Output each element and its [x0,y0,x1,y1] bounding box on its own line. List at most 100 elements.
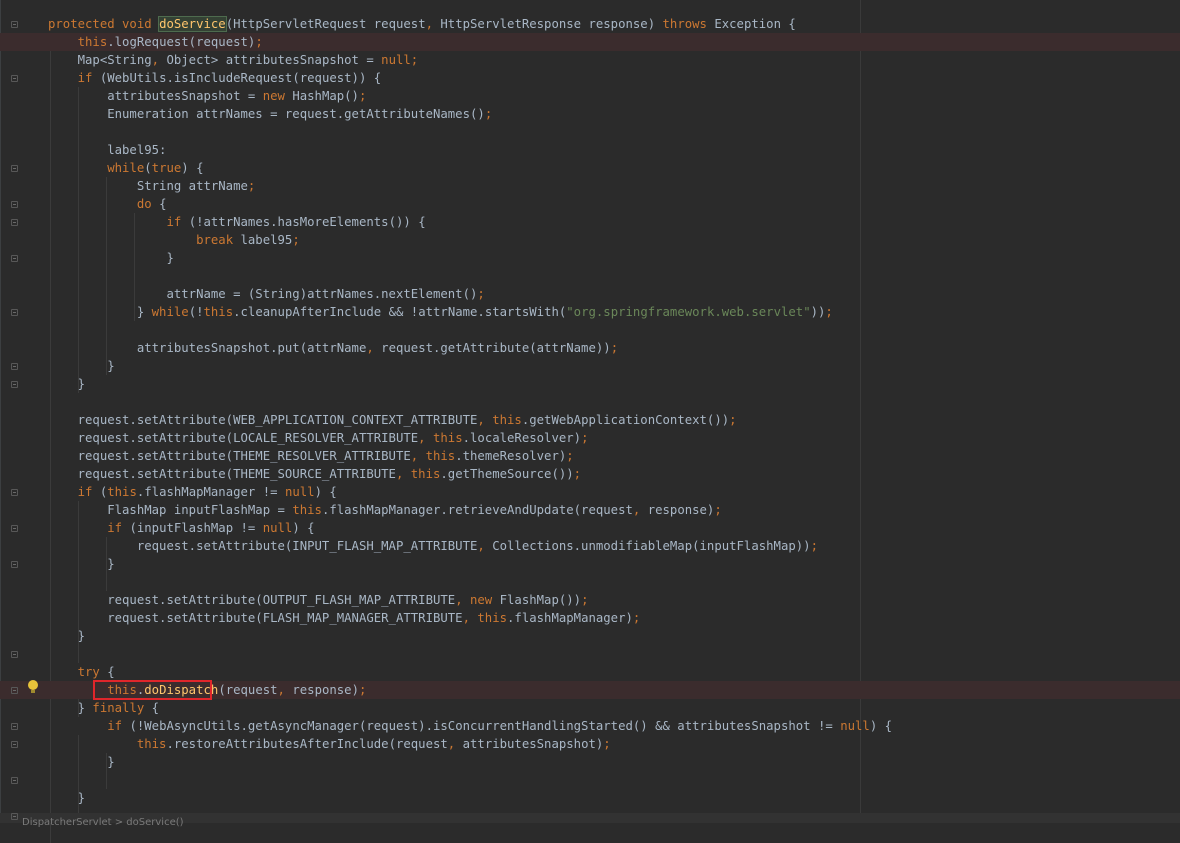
code-token: this [77,35,108,49]
code-editor[interactable]: protected void doService(HttpServletRequ… [0,0,1180,843]
code-token: .getThemeSource()) [440,467,574,481]
code-line[interactable]: do { [0,195,1180,213]
code-token: .getWebApplicationContext()) [521,413,730,427]
fold-toggle-icon[interactable] [11,723,18,730]
code-line[interactable] [0,573,1180,591]
code-line[interactable]: request.setAttribute(OUTPUT_FLASH_MAP_AT… [0,591,1180,609]
code-line[interactable] [0,393,1180,411]
code-token: protected void [48,17,160,31]
code-line[interactable]: } [0,375,1180,393]
code-line[interactable]: request.setAttribute(LOCALE_RESOLVER_ATT… [0,429,1180,447]
code-line-text: } while(!this.cleanupAfterInclude && !at… [48,303,833,321]
code-line[interactable]: } while(!this.cleanupAfterInclude && !at… [0,303,1180,321]
code-line[interactable]: protected void doService(HttpServletRequ… [0,15,1180,33]
code-line-text: do { [48,195,167,213]
code-line[interactable]: } [0,789,1180,807]
code-token: ; [603,737,611,751]
code-line[interactable]: } [0,357,1180,375]
code-line[interactable]: attrName = (String)attrNames.nextElement… [0,285,1180,303]
code-token: ) { [292,521,315,535]
code-token: , [455,593,470,607]
code-token: } [48,305,152,319]
fold-toggle-icon[interactable] [11,363,18,370]
code-line[interactable]: try { [0,663,1180,681]
fold-toggle-icon[interactable] [11,651,18,658]
fold-toggle-icon[interactable] [11,741,18,748]
code-line[interactable]: break label95; [0,231,1180,249]
code-line[interactable] [0,321,1180,339]
code-token: request.setAttribute(OUTPUT_FLASH_MAP_AT… [48,593,456,607]
code-line[interactable]: while(true) { [0,159,1180,177]
code-token: , [418,431,433,445]
code-token: new [262,89,293,103]
code-line-text: if (inputFlashMap != null) { [48,519,315,537]
fold-toggle-icon[interactable] [11,525,18,532]
code-line[interactable]: } [0,627,1180,645]
code-line-text: protected void doService(HttpServletRequ… [48,15,796,33]
code-token: (WebUtils.isIncludeRequest(request)) { [99,71,382,85]
code-line-text: } finally { [48,699,159,717]
code-line[interactable]: label95: [0,141,1180,159]
code-line[interactable]: request.setAttribute(FLASH_MAP_MANAGER_A… [0,609,1180,627]
code-line-text: break label95; [48,231,300,249]
code-token: (! [188,305,204,319]
fold-toggle-icon[interactable] [11,201,18,208]
code-token: { [151,701,160,715]
code-token: attributesSnapshot) [462,737,604,751]
code-line[interactable]: FlashMap inputFlashMap = this.flashMapMa… [0,501,1180,519]
code-token: FlashMap inputFlashMap = [48,503,293,517]
code-token: null [284,485,315,499]
code-token: .restoreAttributesAfterInclude(request [166,737,448,751]
code-line[interactable] [0,267,1180,285]
fold-toggle-icon[interactable] [11,813,18,820]
code-line[interactable]: if (!attrNames.hasMoreElements()) { [0,213,1180,231]
code-line[interactable] [0,771,1180,789]
fold-toggle-icon[interactable] [11,255,18,262]
code-line[interactable]: } [0,753,1180,771]
code-token: Map<String [48,53,152,67]
code-line[interactable] [0,123,1180,141]
code-line[interactable]: attributesSnapshot = new HashMap(); [0,87,1180,105]
code-line[interactable]: request.setAttribute(THEME_SOURCE_ATTRIB… [0,465,1180,483]
code-token: .flashMapManager) [507,611,633,625]
code-line[interactable]: request.setAttribute(INPUT_FLASH_MAP_ATT… [0,537,1180,555]
code-line[interactable]: if (inputFlashMap != null) { [0,519,1180,537]
code-line[interactable]: } [0,249,1180,267]
code-token: , [366,341,382,355]
code-line[interactable]: this.restoreAttributesAfterInclude(reque… [0,735,1180,753]
fold-toggle-icon[interactable] [11,687,18,694]
fold-toggle-icon[interactable] [11,21,18,28]
code-line-text: this.logRequest(request); [48,33,263,51]
code-line[interactable]: this.logRequest(request); [0,33,1180,51]
code-token: } [48,557,115,571]
code-line[interactable]: if (!WebAsyncUtils.getAsyncManager(reque… [0,717,1180,735]
code-line[interactable]: if (WebUtils.isIncludeRequest(request)) … [0,69,1180,87]
fold-toggle-icon[interactable] [11,75,18,82]
code-line[interactable]: request.setAttribute(WEB_APPLICATION_CON… [0,411,1180,429]
code-token: ; [358,89,367,103]
code-token: request.setAttribute(THEME_RESOLVER_ATTR… [48,449,411,463]
code-line[interactable]: Map<String, Object> attributesSnapshot =… [0,51,1180,69]
code-line[interactable]: Enumeration attrNames = request.getAttri… [0,105,1180,123]
fold-toggle-icon[interactable] [11,561,18,568]
fold-toggle-icon[interactable] [11,165,18,172]
lightbulb-intention-icon[interactable] [28,680,38,693]
code-line[interactable]: String attrName; [0,177,1180,195]
code-line[interactable]: } [0,555,1180,573]
fold-toggle-icon[interactable] [11,219,18,226]
code-line[interactable]: request.setAttribute(THEME_RESOLVER_ATTR… [0,447,1180,465]
code-line[interactable]: if (this.flashMapManager != null) { [0,483,1180,501]
fold-toggle-icon[interactable] [11,489,18,496]
code-line[interactable]: } finally { [0,699,1180,717]
code-token: { [107,665,115,679]
code-line[interactable]: attributesSnapshot.put(attrName, request… [0,339,1180,357]
fold-toggle-icon[interactable] [11,309,18,316]
fold-toggle-icon[interactable] [11,381,18,388]
fold-toggle-icon[interactable] [11,777,18,784]
code-line[interactable] [0,645,1180,663]
code-token: ) { [181,161,204,175]
code-line-text: request.setAttribute(THEME_SOURCE_ATTRIB… [48,465,581,483]
